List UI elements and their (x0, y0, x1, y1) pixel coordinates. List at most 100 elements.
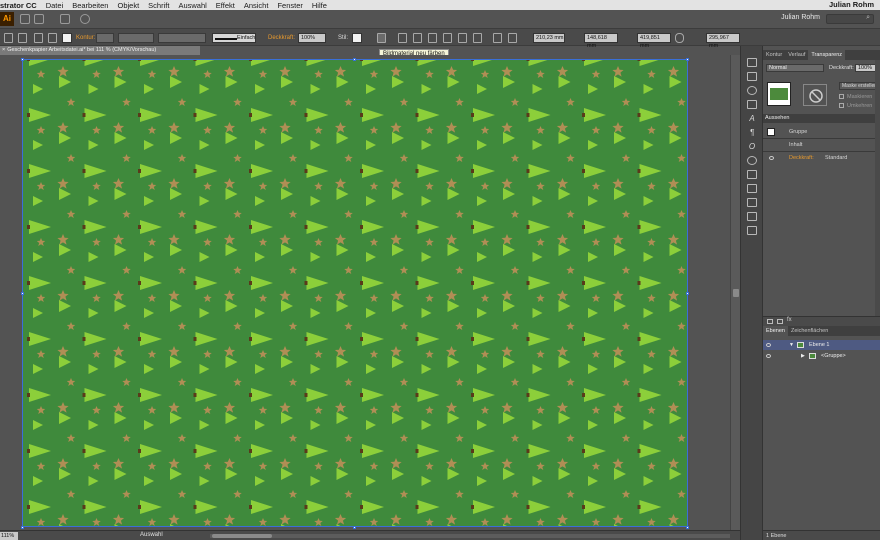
handle-bottom-left[interactable] (21, 526, 24, 529)
clip-check-box[interactable] (839, 94, 844, 100)
appearance-panel-header[interactable]: Aussehen (763, 114, 880, 123)
menu-fenster[interactable]: Fenster (277, 1, 302, 10)
layer-expand-icon[interactable]: ▼ (789, 340, 794, 350)
brushes-panel-icon[interactable] (747, 156, 757, 165)
swatches-panel-icon[interactable] (747, 72, 757, 81)
brush-definition[interactable] (158, 33, 206, 43)
align-right-icon[interactable] (428, 33, 437, 43)
align-center-icon[interactable] (413, 33, 422, 43)
menu-auswahl[interactable]: Auswahl (178, 1, 206, 10)
pathfinder-panel-icon[interactable] (747, 212, 757, 221)
align-top-icon[interactable] (443, 33, 452, 43)
appearance-opacity-label[interactable]: Deckkraft: (789, 152, 814, 164)
handle-middle-left[interactable] (21, 292, 24, 295)
pattern-fill[interactable] (23, 60, 688, 527)
isolate-group-icon[interactable] (4, 33, 13, 43)
menu-datei[interactable]: Datei (46, 1, 64, 10)
document-tab[interactable]: × Geschenkpapier Arbeitsdatei.ai* bei 111… (0, 46, 200, 55)
handle-top-left[interactable] (21, 58, 24, 61)
zoom-field[interactable]: 111% (0, 532, 18, 540)
tab-transparenz[interactable]: Transparenz (808, 50, 846, 60)
appearance-panel-icon[interactable] (747, 86, 757, 95)
reference-point-icon[interactable] (508, 33, 517, 43)
handle-top-center[interactable] (353, 58, 356, 61)
arrange-documents-icon[interactable] (60, 14, 70, 24)
make-mask-button[interactable]: Maske erstellen (839, 82, 879, 90)
transform-icon[interactable] (493, 33, 502, 43)
handle-bottom-center[interactable] (353, 526, 356, 529)
panel-scrollbar[interactable] (875, 60, 880, 316)
tab-verlauf[interactable]: Verlauf (785, 50, 808, 60)
add-effect-icon[interactable]: fx (787, 317, 792, 323)
app-menu[interactable]: strator CC (0, 1, 37, 10)
layer-visibility-icon[interactable] (766, 343, 771, 347)
menu-objekt[interactable]: Objekt (117, 1, 139, 10)
height-field[interactable]: 295,967 mm (706, 33, 740, 49)
add-stroke-icon[interactable] (767, 319, 773, 324)
clip-checkbox[interactable]: Maskieren (839, 94, 872, 100)
opacity-label[interactable]: Deckkraft: (268, 33, 295, 43)
align-panel-icon[interactable] (747, 198, 757, 207)
sublayer-visibility-icon[interactable] (766, 354, 771, 358)
transform-panel-icon[interactable] (747, 226, 757, 235)
stroke-style-select[interactable]: Einfach (212, 33, 256, 43)
opacity-arrow-icon[interactable] (328, 33, 334, 43)
blend-mode-select[interactable]: Normal (766, 64, 824, 72)
tab-kontur[interactable]: Kontur (763, 50, 785, 60)
align-bottom-icon[interactable] (473, 33, 482, 43)
paragraph-panel-icon[interactable]: ¶ (747, 128, 757, 137)
constrain-proportions-icon[interactable] (675, 33, 684, 43)
panel-opacity-field[interactable]: 100% (855, 64, 877, 72)
edit-contents-icon[interactable] (34, 33, 43, 43)
handle-middle-right[interactable] (686, 292, 689, 295)
stroke-weight[interactable] (96, 33, 114, 43)
sublayer-name[interactable]: <Gruppe> (821, 351, 846, 361)
tab-zeichenflaechen[interactable]: Zeichenflächen (788, 326, 831, 336)
horizontal-scrollbar[interactable] (210, 534, 730, 538)
layer-row-ebene-1[interactable]: ▼ Ebene 1 (763, 340, 880, 350)
handle-top-right[interactable] (686, 58, 689, 61)
add-fill-icon[interactable] (777, 319, 783, 324)
graphic-style-swatch[interactable] (352, 33, 362, 43)
gift-wrap-pattern[interactable] (23, 60, 688, 527)
object-thumbnail[interactable] (767, 82, 791, 106)
scroll-thumb[interactable] (733, 289, 739, 297)
variable-width-profile[interactable] (118, 33, 154, 43)
handle-bottom-right[interactable] (686, 526, 689, 529)
layer-row-gruppe[interactable]: ▶ <Gruppe> (763, 351, 880, 361)
horizontal-scroll-thumb[interactable] (212, 534, 272, 538)
artboard[interactable] (22, 59, 688, 527)
stock-icon[interactable] (34, 14, 44, 24)
menu-schrift[interactable]: Schrift (148, 1, 169, 10)
user-name[interactable]: Julian Rohm (781, 14, 820, 21)
canvas-area[interactable] (0, 55, 740, 530)
stroke-panel-icon[interactable] (747, 184, 757, 193)
invert-checkbox[interactable]: Umkehren (839, 103, 872, 109)
tab-ebenen[interactable]: Ebenen (763, 326, 788, 336)
bridge-icon[interactable] (20, 14, 30, 24)
invert-check-box[interactable] (839, 103, 844, 109)
appearance-row-group[interactable]: Gruppe (763, 126, 880, 138)
appearance-row-content[interactable]: Inhalt (763, 139, 880, 151)
close-tab-icon[interactable]: × (2, 46, 5, 55)
recolor-artwork-icon[interactable] (377, 33, 386, 43)
sync-icon[interactable] (80, 14, 90, 24)
menu-hilfe[interactable]: Hilfe (312, 1, 327, 10)
fill-color[interactable] (62, 33, 72, 43)
sublayer-expand-icon[interactable]: ▶ (801, 351, 805, 361)
menu-ansicht[interactable]: Ansicht (244, 1, 269, 10)
canvas-vertical-scrollbar[interactable] (730, 55, 740, 530)
opacity-mask-thumbnail[interactable] (803, 84, 827, 106)
visibility-eye-icon[interactable] (769, 156, 774, 160)
color-panel-icon[interactable] (747, 58, 757, 67)
align-left-icon[interactable] (398, 33, 407, 43)
menu-effekt[interactable]: Effekt (216, 1, 235, 10)
layer-name[interactable]: Ebene 1 (809, 340, 830, 350)
symbols-panel-icon[interactable] (747, 170, 757, 179)
appearance-row-opacity[interactable]: Deckkraft: Standard (763, 152, 880, 164)
opentype-panel-icon[interactable]: O (747, 142, 757, 151)
menu-bearbeiten[interactable]: Bearbeiten (72, 1, 108, 10)
current-tool-label[interactable]: Auswahl (140, 532, 163, 538)
y-field[interactable]: 148,618 mm (584, 33, 618, 49)
graphic-styles-icon[interactable] (747, 100, 757, 109)
